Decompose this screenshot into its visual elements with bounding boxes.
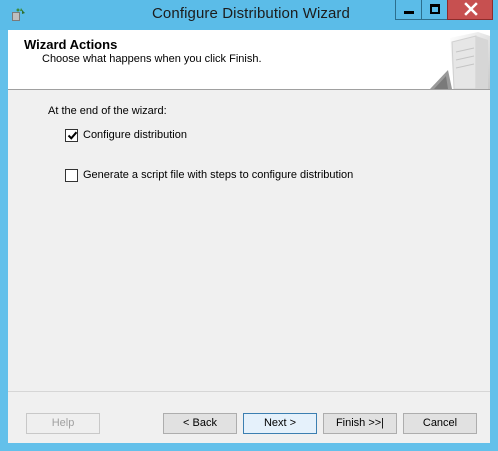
configure-distribution-checkbox[interactable] [65,129,78,142]
close-icon [464,2,478,16]
minimize-icon [404,11,414,14]
generate-script-checkbox[interactable] [65,169,78,182]
help-button[interactable]: Help [26,413,100,434]
footer-divider [8,391,490,392]
wizard-client-area: Wizard Actions Choose what happens when … [8,30,490,443]
wizard-header: Wizard Actions Choose what happens when … [8,30,490,90]
page-title: Wizard Actions [24,37,118,52]
maximize-icon [430,4,440,14]
minimize-button[interactable] [395,0,422,20]
back-button[interactable]: < Back [163,413,237,434]
close-button[interactable] [447,0,493,20]
next-button[interactable]: Next > [243,413,317,434]
maximize-button[interactable] [421,0,448,20]
section-label: At the end of the wizard: [48,105,167,117]
checkmark-icon [67,131,78,140]
title-bar[interactable]: Configure Distribution Wizard [0,0,498,30]
finish-button[interactable]: Finish >>| [323,413,397,434]
page-subtitle: Choose what happens when you click Finis… [42,53,262,65]
generate-script-label[interactable]: Generate a script file with steps to con… [83,169,353,181]
window-bottom-border [0,443,498,451]
cancel-button[interactable]: Cancel [403,413,477,434]
server-graphic-icon [430,32,490,89]
wizard-window: Configure Distribution Wizard Wizard Act… [0,0,498,451]
configure-distribution-label[interactable]: Configure distribution [83,129,187,141]
